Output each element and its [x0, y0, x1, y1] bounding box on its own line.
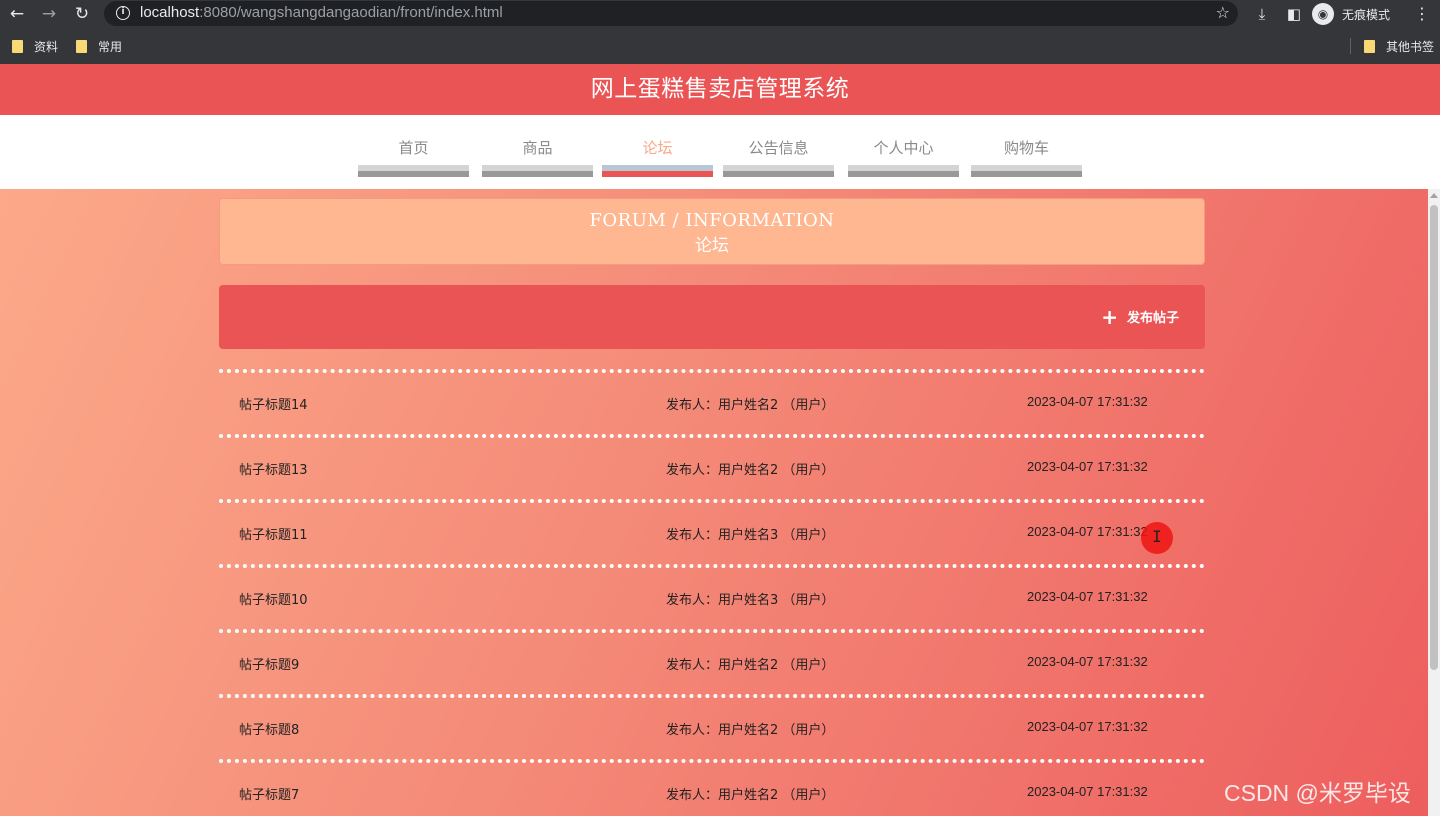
nav-underline [358, 171, 469, 177]
nav-underline [482, 171, 593, 177]
post-author: 发布人：用户姓名2 （用户） [666, 788, 835, 803]
nav-label: 购物车 [1003, 139, 1049, 157]
bookmark-folder-ziliao[interactable]: 资料 [12, 38, 58, 55]
bookmarks-bar: 资料 常用 其他书签 [0, 30, 1440, 62]
plus-icon: + [1101, 304, 1118, 329]
post-row[interactable]: 帖子标题8 发布人：用户姓名2 （用户） 2023-04-07 17:31:32 [219, 694, 1205, 759]
nav-item-cart[interactable]: 购物车 [971, 115, 1082, 179]
post-time: 2023-04-07 17:31:32 [1027, 394, 1148, 409]
post-time: 2023-04-07 17:31:32 [1027, 654, 1148, 669]
post-author: 发布人：用户姓名2 （用户） [666, 398, 835, 413]
back-arrow-icon[interactable]: ← [6, 3, 28, 25]
folder-icon [12, 40, 23, 53]
nav-label: 商品 [522, 139, 553, 157]
page-scrollbar[interactable] [1428, 189, 1440, 816]
post-author: 发布人：用户姓名3 （用户） [666, 593, 835, 608]
nav-item-forum[interactable]: 论坛 [602, 115, 713, 179]
url-path: :8080/wangshangdangaodian/front/index.ht… [199, 4, 503, 21]
post-author: 发布人：用户姓名2 （用户） [666, 463, 835, 478]
incognito-label: 无痕模式 [1342, 7, 1391, 22]
browser-chrome: ← → ↻ i localhost:8080/wangshangdangaodi… [0, 0, 1440, 64]
post-author: 发布人：用户姓名2 （用户） [666, 723, 835, 738]
incognito-indicator[interactable]: ◉ 无痕模式 [1312, 2, 1390, 26]
nav-label: 公告信息 [748, 139, 809, 157]
nav-underline [723, 171, 834, 177]
folder-icon [1364, 40, 1375, 53]
site-info-icon[interactable]: i [116, 6, 130, 20]
text-cursor-icon: I [1152, 527, 1162, 546]
post-title[interactable]: 帖子标题10 [239, 589, 308, 608]
url-host: localhost [140, 4, 200, 21]
nav-label: 首页 [398, 139, 429, 157]
nav-underline [848, 171, 959, 177]
incognito-icon: ◉ [1312, 3, 1334, 25]
post-title[interactable]: 帖子标题11 [239, 524, 308, 543]
post-title[interactable]: 帖子标题14 [239, 394, 308, 413]
other-bookmarks[interactable]: 其他书签 [1364, 38, 1434, 55]
post-row[interactable]: 帖子标题10 发布人：用户姓名3 （用户） 2023-04-07 17:31:3… [219, 564, 1205, 629]
nav-item-products[interactable]: 商品 [482, 115, 593, 179]
section-title-en: FORUM / INFORMATION [589, 210, 835, 231]
post-time: 2023-04-07 17:31:32 [1027, 524, 1148, 539]
browser-menu-icon[interactable]: ⋮ [1412, 3, 1432, 25]
post-list: 帖子标题14 发布人：用户姓名2 （用户） 2023-04-07 17:31:3… [219, 369, 1205, 816]
reload-icon[interactable]: ↻ [71, 3, 93, 25]
post-title[interactable]: 帖子标题9 [239, 654, 299, 673]
section-title-box: FORUM / INFORMATION 论坛 [219, 198, 1205, 265]
post-row[interactable]: 帖子标题7 发布人：用户姓名2 （用户） 2023-04-07 17:31:32 [219, 759, 1205, 816]
site-title: 网上蛋糕售卖店管理系统 [590, 76, 850, 102]
nav-item-home[interactable]: 首页 [358, 115, 469, 179]
watermark: CSDN @米罗毕设 [1224, 780, 1411, 806]
download-icon[interactable]: ⤓ [1251, 3, 1273, 25]
bookmark-label: 资料 [34, 40, 59, 54]
section-title-cn: 论坛 [695, 236, 729, 256]
post-row[interactable]: 帖子标题14 发布人：用户姓名2 （用户） 2023-04-07 17:31:3… [219, 369, 1205, 434]
post-row[interactable]: 帖子标题13 发布人：用户姓名2 （用户） 2023-04-07 17:31:3… [219, 434, 1205, 499]
scrollbar-thumb[interactable] [1430, 205, 1438, 670]
post-row[interactable]: 帖子标题9 发布人：用户姓名2 （用户） 2023-04-07 17:31:32 [219, 629, 1205, 694]
bookmark-folder-changyong[interactable]: 常用 [76, 38, 122, 55]
forward-arrow-icon[interactable]: → [38, 3, 60, 25]
side-panel-icon[interactable]: ◧ [1283, 3, 1305, 25]
other-bookmarks-label: 其他书签 [1386, 40, 1435, 54]
post-time: 2023-04-07 17:31:32 [1027, 459, 1148, 474]
nav-label: 个人中心 [873, 139, 934, 157]
site-header: 网上蛋糕售卖店管理系统 [0, 64, 1440, 115]
main-nav: 首页 商品 论坛 公告信息 个人中心 购物车 [0, 115, 1440, 189]
bookmark-star-icon[interactable]: ☆ [1216, 3, 1230, 22]
post-title[interactable]: 帖子标题8 [239, 719, 299, 738]
bookmark-label: 常用 [98, 40, 123, 54]
post-row[interactable]: 帖子标题11 发布人：用户姓名3 （用户） 2023-04-07 17:31:3… [219, 499, 1205, 564]
post-time: 2023-04-07 17:31:32 [1027, 719, 1148, 734]
nav-item-announcements[interactable]: 公告信息 [723, 115, 834, 179]
scroll-up-arrow-icon[interactable] [1430, 193, 1438, 198]
bookmarks-divider [1350, 38, 1351, 54]
post-title[interactable]: 帖子标题7 [239, 784, 299, 803]
post-author: 发布人：用户姓名2 （用户） [666, 658, 835, 673]
nav-item-profile[interactable]: 个人中心 [848, 115, 959, 179]
post-author: 发布人：用户姓名3 （用户） [666, 528, 835, 543]
folder-icon [76, 40, 87, 53]
url-text[interactable]: localhost:8080/wangshangdangaodian/front… [140, 4, 503, 21]
browser-toolbar: ← → ↻ i localhost:8080/wangshangdangaodi… [0, 0, 1440, 28]
post-time: 2023-04-07 17:31:32 [1027, 784, 1148, 799]
publish-post-button[interactable]: + 发布帖子 [1101, 304, 1179, 329]
forum-content: FORUM / INFORMATION 论坛 + 发布帖子 帖子标题14 发布人… [0, 189, 1428, 816]
address-bar[interactable]: i localhost:8080/wangshangdangaodian/fro… [104, 1, 1238, 26]
forum-action-bar: + 发布帖子 [219, 285, 1205, 349]
publish-post-label: 发布帖子 [1126, 311, 1179, 326]
nav-underline [602, 171, 713, 177]
post-time: 2023-04-07 17:31:32 [1027, 589, 1148, 604]
nav-underline [971, 171, 1082, 177]
post-title[interactable]: 帖子标题13 [239, 459, 308, 478]
nav-label: 论坛 [642, 139, 673, 157]
